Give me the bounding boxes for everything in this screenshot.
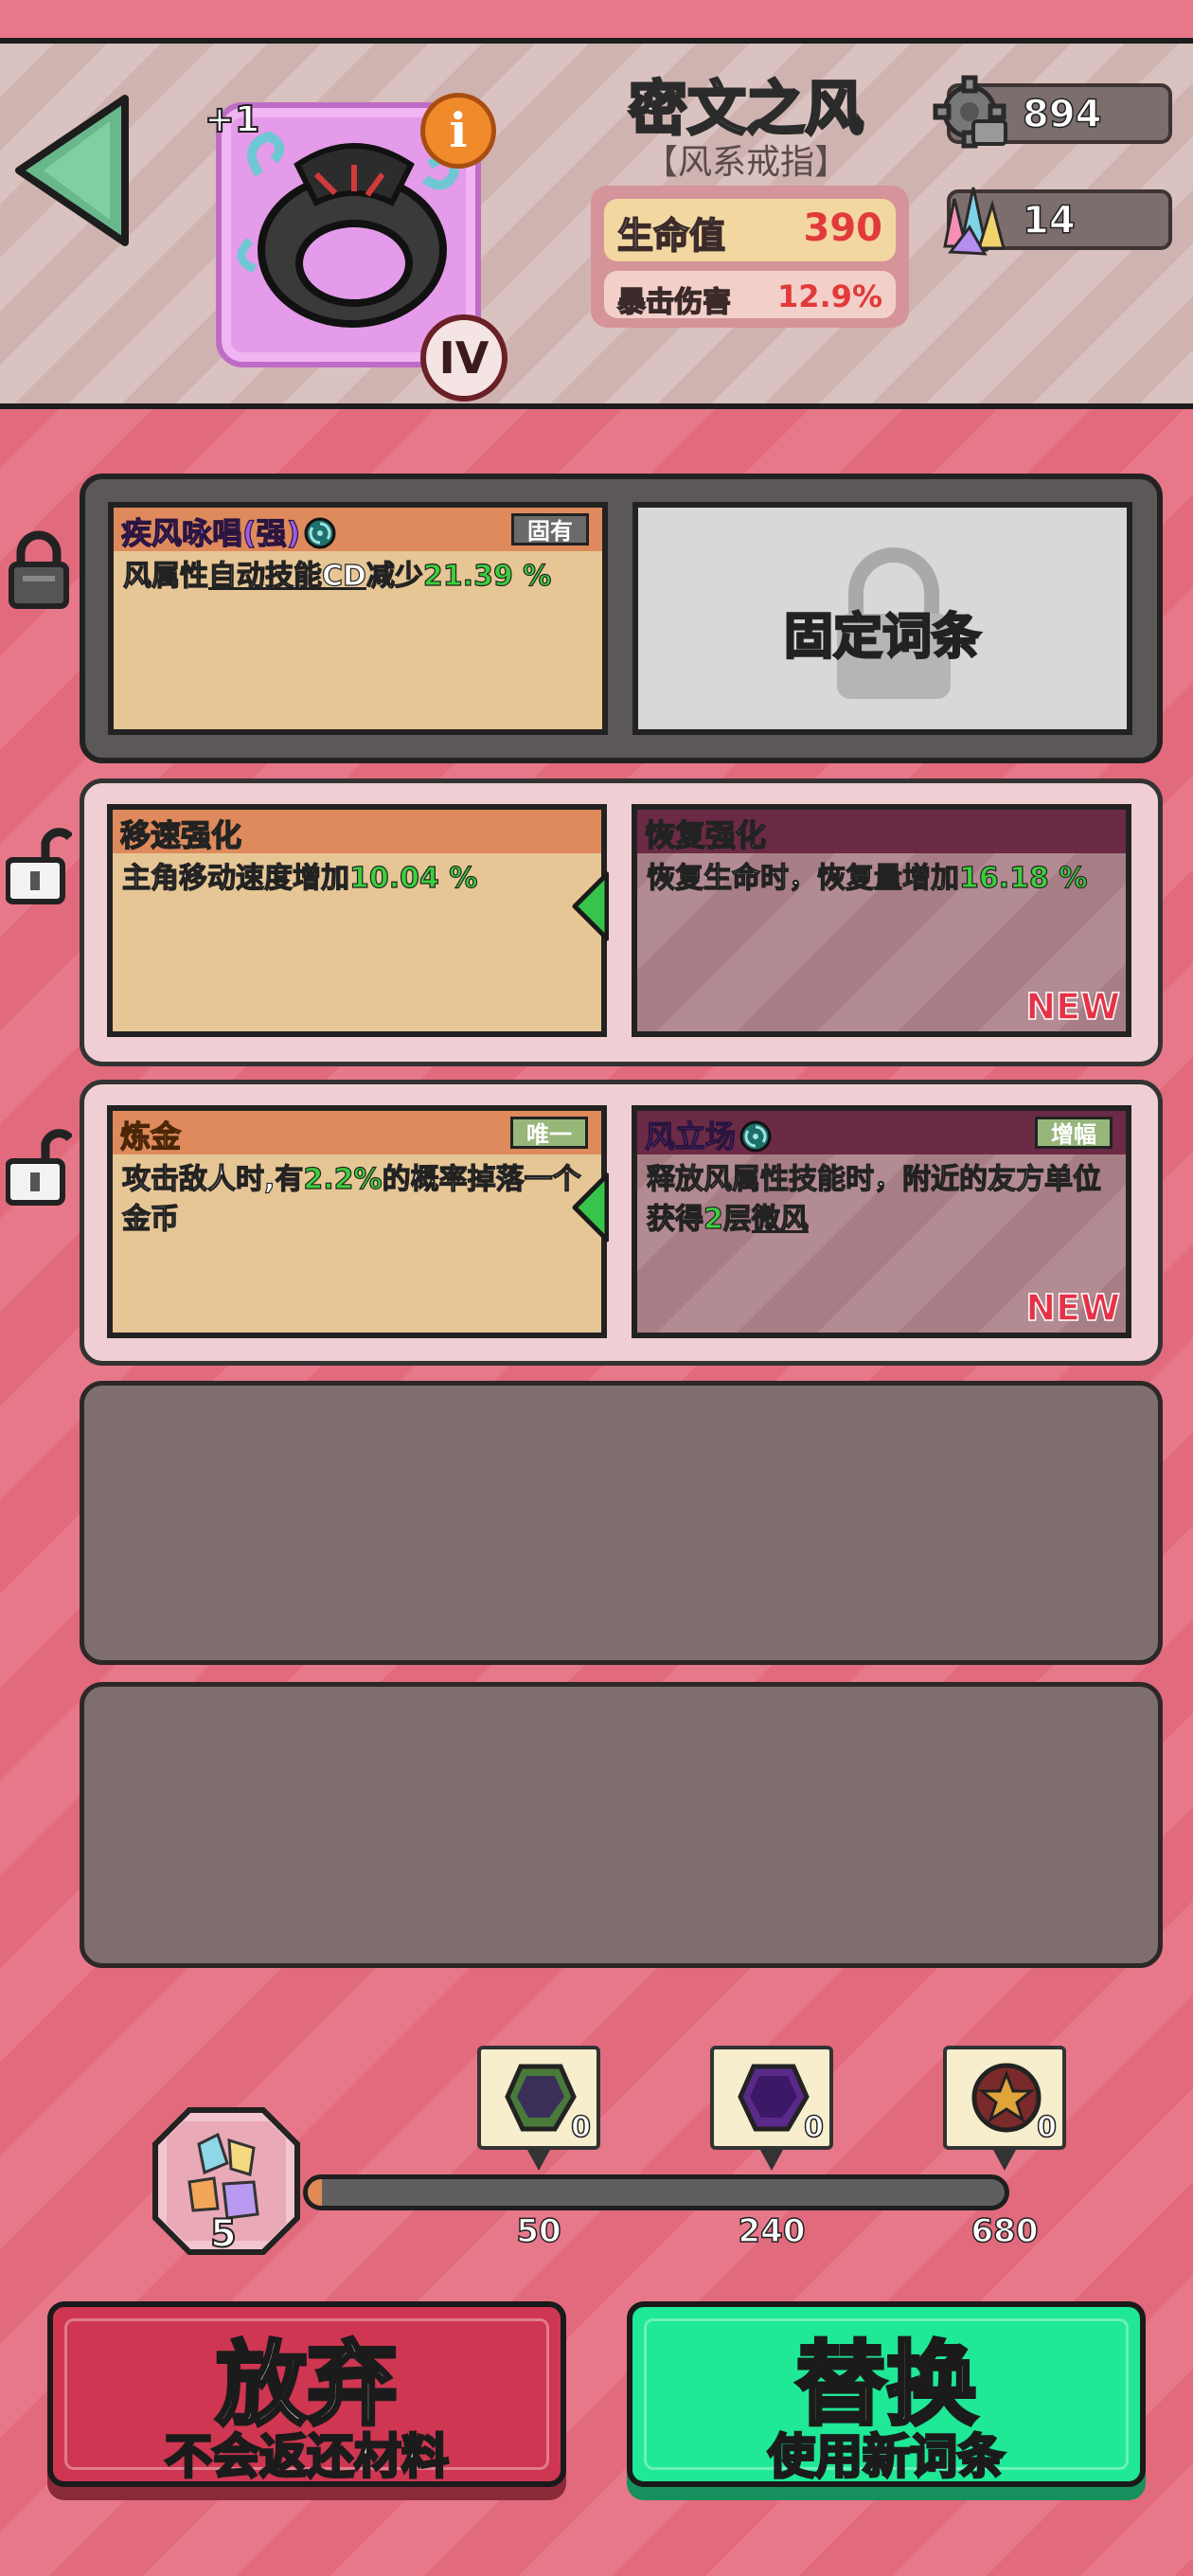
replace-button[interactable]: 替换 使用新词条 xyxy=(627,2301,1146,2487)
progress-fill xyxy=(308,2179,322,2206)
info-icon[interactable]: i xyxy=(420,93,496,169)
affix-name: 炼金 xyxy=(119,1118,182,1154)
affix-title-bar: 移速强化 xyxy=(113,810,601,854)
affix-tag: 增幅 xyxy=(1035,1117,1113,1149)
milestone-reward-card: 0 xyxy=(710,2046,833,2150)
stat-row-crit: 暴击伤害 12.9% xyxy=(604,271,896,320)
wind-icon xyxy=(304,517,336,549)
affix-description: 攻击敌人时,有2.2%的概率掉落一个金币 xyxy=(121,1162,581,1236)
milestone-count: 0 xyxy=(570,2110,591,2145)
affix-description: 恢复生命时，恢复量增加16.18 % xyxy=(646,861,1088,895)
empty-affix-row xyxy=(80,1381,1163,1665)
stat-label: 生命值 xyxy=(616,214,726,258)
affix-description: 主角移动速度增加10.04 % xyxy=(121,861,478,895)
new-badge: NEW xyxy=(1025,1286,1121,1330)
affix-title-bar: 风立场 增幅 xyxy=(637,1111,1126,1156)
pointer-icon xyxy=(760,2150,783,2171)
button-subtitle: 使用新词条 xyxy=(767,2428,1006,2486)
milestone-reward-card: 0 xyxy=(477,2046,600,2150)
material-progress: 5 0 50 0 240 0 680 xyxy=(142,2046,1066,2273)
crystal-icon xyxy=(943,187,1006,256)
lock-open-icon[interactable] xyxy=(6,822,72,907)
currency-gear: 894 xyxy=(933,75,1172,149)
affix-name: 风立场 xyxy=(644,1113,772,1156)
select-arrow-icon[interactable] xyxy=(571,870,609,942)
currency-value: 894 xyxy=(1022,92,1102,137)
lock-open-icon[interactable] xyxy=(6,1123,72,1208)
milestone-reward-card: 0 xyxy=(943,2046,1066,2150)
top-bar xyxy=(0,0,1193,38)
star-gem-icon xyxy=(971,2063,1042,2133)
affix-name: 移速强化 xyxy=(119,816,242,854)
affix-tag: 唯一 xyxy=(510,1117,588,1149)
empty-affix-row xyxy=(80,1682,1163,1968)
new-badge: NEW xyxy=(1025,985,1121,1029)
wind-icon xyxy=(739,1120,772,1153)
affix-name: 疾风咏唱(强) xyxy=(120,510,336,553)
tier-badge: IV xyxy=(420,314,507,402)
affix-description: 风属性自动技能CD减少21.39 % xyxy=(122,559,552,593)
green-gem-icon xyxy=(505,2064,577,2132)
affix-row-3: 炼金 唯一 攻击敌人时,有2.2%的概率掉落一个金币 风立场 增幅 释放风属性技… xyxy=(80,1080,1163,1366)
milestone-threshold: 240 xyxy=(738,2211,806,2251)
fixed-affix-slot[interactable]: 固定词条 xyxy=(632,502,1132,735)
affix-card[interactable]: 疾风咏唱(强) 固有 风属性自动技能CD减少21.39 % xyxy=(108,502,608,735)
currency-crystal: 14 xyxy=(943,187,1172,256)
affix-title-bar: 恢复强化 xyxy=(637,810,1126,854)
milestone-count: 0 xyxy=(1036,2110,1057,2145)
gear-icon xyxy=(933,75,1007,149)
purple-gem-icon xyxy=(738,2064,810,2132)
item-type: 【风系戒指】 xyxy=(643,143,848,182)
affix-tag: 固有 xyxy=(511,513,589,546)
affix-card-current[interactable]: 移速强化 主角移动速度增加10.04 % xyxy=(107,804,607,1037)
item-name: 密文之风 xyxy=(627,73,864,145)
lock-closed-icon[interactable] xyxy=(6,527,72,612)
stat-label: 暴击伤害 xyxy=(616,285,732,320)
fixed-affix-label: 固定词条 xyxy=(783,608,983,668)
abandon-button[interactable]: 放弃 不会返还材料 xyxy=(47,2301,566,2487)
button-subtitle: 不会返还材料 xyxy=(164,2428,451,2486)
progress-track xyxy=(303,2174,1009,2210)
currency-value: 14 xyxy=(1022,198,1076,243)
stat-row-hp: 生命值 390 xyxy=(604,199,896,261)
milestone-threshold: 50 xyxy=(516,2211,562,2251)
affix-name: 恢复强化 xyxy=(644,816,767,854)
select-arrow-icon[interactable] xyxy=(571,1172,609,1243)
back-arrow-icon[interactable] xyxy=(11,93,134,248)
affix-card-new[interactable]: 恢复强化 恢复生命时，恢复量增加16.18 % NEW xyxy=(632,804,1131,1037)
stats-panel: 生命值 390 暴击伤害 12.9% xyxy=(591,186,909,328)
pointer-icon xyxy=(527,2150,550,2171)
pointer-icon xyxy=(993,2150,1016,2171)
stat-value: 12.9% xyxy=(776,278,882,314)
affix-title-bar: 炼金 唯一 xyxy=(113,1111,601,1155)
material-count: 5 xyxy=(209,2211,238,2257)
level-bonus: +1 xyxy=(204,98,260,141)
affix-card-current[interactable]: 炼金 唯一 攻击敌人时,有2.2%的概率掉落一个金币 xyxy=(107,1105,607,1338)
milestone-count: 0 xyxy=(803,2110,824,2145)
milestone-threshold: 680 xyxy=(970,2211,1039,2251)
stat-value: 390 xyxy=(803,206,883,250)
affix-row-fixed: 疾风咏唱(强) 固有 风属性自动技能CD减少21.39 % 固定词条 xyxy=(80,474,1163,763)
affix-row-2: 移速强化 主角移动速度增加10.04 % 恢复强化 恢复生命时，恢复量增加16.… xyxy=(80,778,1163,1066)
affix-description: 释放风属性技能时，附近的友方单位获得2层微风 xyxy=(646,1162,1101,1236)
affix-title-bar: 疾风咏唱(强) 固有 xyxy=(114,508,602,553)
affix-card-new[interactable]: 风立场 增幅 释放风属性技能时，附近的友方单位获得2层微风 NEW xyxy=(632,1105,1131,1338)
